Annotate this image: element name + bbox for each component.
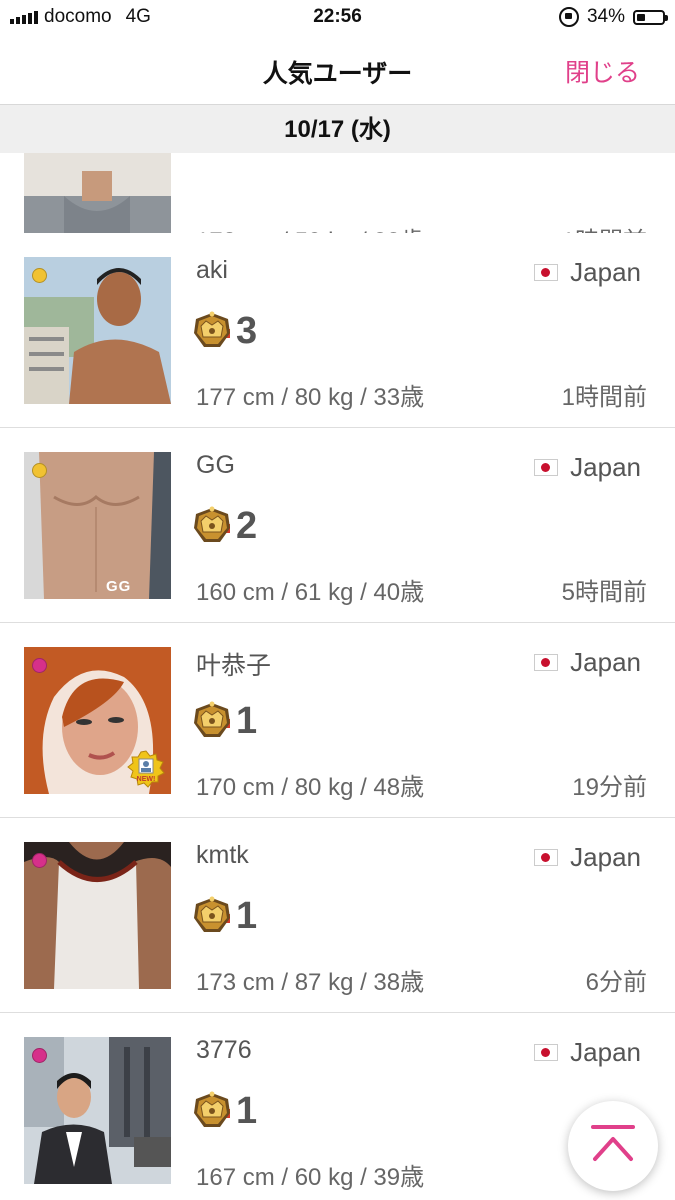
last-login: 1時間前 <box>561 384 647 411</box>
user-stats: 173 cm / 87 kg / 38歳 <box>196 969 425 996</box>
country-label: Japan <box>570 452 641 482</box>
battery-icon <box>633 9 668 25</box>
country: Japan <box>534 452 641 483</box>
japan-flag-icon <box>534 264 559 281</box>
user-stats: 177 cm / 80 kg / 33歳 <box>196 384 425 411</box>
crown-medal-icon <box>190 504 234 548</box>
rank-number: 1 <box>236 700 258 742</box>
rank: 3 <box>190 309 257 353</box>
country-label: Japan <box>570 842 641 872</box>
status-right: 34% <box>558 6 668 28</box>
last-login: 6分前 <box>585 969 647 996</box>
username: kmtk <box>196 841 249 869</box>
avatar[interactable]: NEW! <box>24 647 171 794</box>
new-badge-label: NEW! <box>137 776 156 783</box>
crown-medal-icon <box>190 1089 234 1133</box>
user-row[interactable]: aki Japan 3 177 cm / 80 kg / 33歳 1時間前 <box>0 233 675 428</box>
user-stats: 160 cm / 61 kg / 40歳 <box>196 579 425 606</box>
country-label: Japan <box>570 647 641 677</box>
username: aki <box>196 256 228 284</box>
rank: 2 <box>190 504 257 548</box>
crown-medal-icon <box>190 894 234 938</box>
avatar[interactable] <box>24 257 171 404</box>
rotation-lock-icon <box>558 7 579 27</box>
user-row[interactable]: NEW! 叶恭子 Japan 1 170 cm / 80 kg / 48歳 19… <box>0 623 675 818</box>
country: Japan <box>534 1037 641 1068</box>
japan-flag-icon <box>534 654 559 671</box>
country: Japan <box>534 647 641 678</box>
username: 叶恭子 <box>196 652 272 680</box>
nav-bar: 人気ユーザー 閉じる <box>0 36 675 104</box>
rank: 1 <box>190 1089 257 1133</box>
country-label: Japan <box>570 257 641 287</box>
rank-number: 3 <box>236 310 258 352</box>
username: GG <box>196 451 235 479</box>
user-row[interactable]: GG GG Japan 2 160 cm / 61 kg / 40歳 5時間前 <box>0 428 675 623</box>
avatar[interactable] <box>24 842 171 989</box>
user-list[interactable]: 172 cm / 59 kg / 33歳 1時間前 aki Japan 3 17… <box>0 153 675 1200</box>
status-bar: docomo 4G 22:56 34% <box>0 0 675 36</box>
rank-number: 1 <box>236 895 258 937</box>
username: 3776 <box>196 1036 252 1064</box>
user-stats: 170 cm / 80 kg / 48歳 <box>196 774 425 801</box>
country-label: Japan <box>570 1037 641 1067</box>
japan-flag-icon <box>534 1044 559 1061</box>
photo-caption: GG <box>106 578 132 595</box>
user-row[interactable]: 3776 Japan 1 167 cm / 60 kg / 39歳 5 <box>0 1013 675 1200</box>
online-status-dot <box>32 658 47 673</box>
online-status-dot <box>32 1048 47 1063</box>
scroll-to-top-icon <box>591 1125 635 1161</box>
rank: 1 <box>190 894 257 938</box>
rank-number: 2 <box>236 505 258 547</box>
avatar[interactable]: GG <box>24 452 171 599</box>
last-login: 5時間前 <box>561 579 647 606</box>
date-section-header: 10/17 (水) <box>0 104 675 154</box>
last-login: 19分前 <box>572 774 647 801</box>
online-status-dot <box>32 268 47 283</box>
new-badge-icon: NEW! <box>127 750 165 788</box>
battery-percent: 34% <box>586 6 625 27</box>
date-label: 10/17 (水) <box>284 116 391 143</box>
rank: 1 <box>190 699 257 743</box>
user-row[interactable]: kmtk Japan 1 173 cm / 87 kg / 38歳 6分前 <box>0 818 675 1013</box>
user-stats: 167 cm / 60 kg / 39歳 <box>196 1164 425 1191</box>
crown-medal-icon <box>190 699 234 743</box>
country: Japan <box>534 842 641 873</box>
rank-number: 1 <box>236 1090 258 1132</box>
scroll-to-top-button[interactable] <box>568 1101 658 1191</box>
online-status-dot <box>32 853 47 868</box>
japan-flag-icon <box>534 849 559 866</box>
avatar[interactable] <box>24 1037 171 1184</box>
country: Japan <box>534 257 641 288</box>
crown-medal-icon <box>190 309 234 353</box>
close-button[interactable]: 閉じる <box>565 53 640 89</box>
japan-flag-icon <box>534 459 559 476</box>
online-status-dot <box>32 463 47 478</box>
